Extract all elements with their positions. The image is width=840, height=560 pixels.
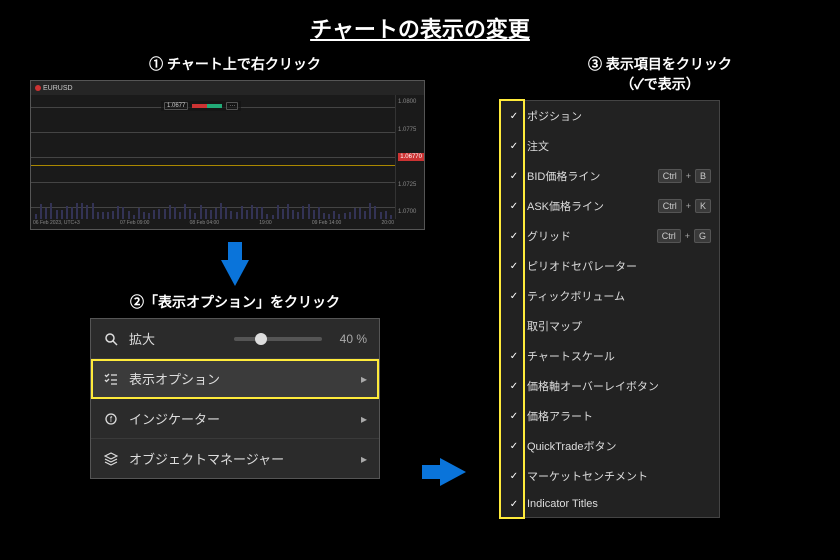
display-option-label: マーケットセンチメント	[527, 468, 711, 484]
display-option-label: QuickTradeボタン	[527, 438, 711, 454]
display-option-label: 価格アラート	[527, 408, 711, 424]
check-icon: ✓	[509, 471, 519, 482]
check-icon: ✓	[509, 499, 519, 510]
display-option-item[interactable]: ✓ Indicator Titles	[501, 491, 719, 517]
object-manager-label: オブジェクトマネージャー	[129, 449, 351, 468]
context-menu-zoom[interactable]: 拡大 40 %	[91, 319, 379, 359]
shortcut-keys: Ctrl+G	[657, 229, 711, 243]
display-option-item[interactable]: ✓ 注文	[501, 131, 719, 161]
check-icon: ✓	[509, 111, 519, 122]
submenu-arrow-icon: ▸	[361, 412, 367, 426]
indicators-label: インジケーター	[129, 409, 351, 428]
magnifier-icon	[103, 332, 119, 346]
display-option-item[interactable]: ✓ QuickTradeボタン	[501, 431, 719, 461]
shortcut-keys: Ctrl+B	[658, 169, 711, 183]
check-icon: ✓	[509, 441, 519, 452]
chart-x-axis: 06 Feb 2023, UTC+3 07 Feb 09:00 08 Feb 0…	[31, 219, 396, 229]
context-menu-object-manager[interactable]: オブジェクトマネージャー ▸	[91, 439, 379, 478]
display-option-label: ティックボリューム	[527, 288, 711, 304]
display-option-item[interactable]: ✓ ASK価格ライン Ctrl+K	[501, 191, 719, 221]
display-option-item[interactable]: ✓ マーケットセンチメント	[501, 461, 719, 491]
display-option-item[interactable]: ✓ ティックボリューム	[501, 281, 719, 311]
submenu-arrow-icon: ▸	[361, 452, 367, 466]
zoom-label: 拡大	[129, 329, 216, 348]
display-option-item[interactable]: ✓ チャートスケール	[501, 341, 719, 371]
display-option-item[interactable]: ✓ グリッド Ctrl+G	[501, 221, 719, 251]
svg-text:f: f	[110, 415, 113, 424]
submenu-arrow-icon: ▸	[361, 372, 367, 386]
context-menu-indicators[interactable]: f インジケーター ▸	[91, 399, 379, 439]
display-option-label: チャートスケール	[527, 348, 711, 364]
chart-window[interactable]: EURUSD 1.0677 ··· 1.0800 1.0775 1.07	[30, 80, 425, 230]
check-icon: ✓	[509, 141, 519, 152]
display-option-label: BID価格ライン	[527, 168, 650, 184]
display-options-submenu: ✓ポジション✓注文✓BID価格ラインCtrl+B✓ASK価格ラインCtrl+K✓…	[500, 100, 720, 518]
check-icon: ✓	[509, 381, 519, 392]
chart-plot-area[interactable]: 1.0677 ···	[31, 95, 396, 219]
context-menu: 拡大 40 % 表示オプション ▸ f インジケーター ▸	[90, 318, 380, 479]
display-option-label: 注文	[527, 138, 711, 154]
display-option-label: ピリオドセパレーター	[527, 258, 711, 274]
display-option-label: 価格軸オーバーレイボタン	[527, 378, 711, 394]
check-icon: ✓	[509, 291, 519, 302]
display-option-item[interactable]: 取引マップ	[501, 311, 719, 341]
step1-label: ① チャート上で右クリック	[30, 54, 440, 74]
chart-symbol: EURUSD	[43, 85, 73, 92]
check-icon: ✓	[509, 351, 519, 362]
zoom-value: 40 %	[340, 332, 367, 346]
check-icon: ✓	[509, 411, 519, 422]
check-icon: ✓	[509, 261, 519, 272]
check-icon: ✓	[509, 171, 519, 182]
chart-header: EURUSD	[31, 81, 424, 95]
display-option-item[interactable]: ✓ 価格軸オーバーレイボタン	[501, 371, 719, 401]
display-option-label: Indicator Titles	[527, 498, 711, 510]
check-icon: ✓	[509, 231, 519, 242]
zoom-slider[interactable]	[234, 337, 321, 341]
check-icon: ✓	[509, 201, 519, 212]
display-option-label: 取引マップ	[527, 318, 711, 334]
display-option-label: グリッド	[527, 228, 649, 244]
step2-label: ②「表示オプション」をクリック	[30, 292, 440, 312]
display-option-item[interactable]: ✓ 価格アラート	[501, 401, 719, 431]
chart-price-hud: 1.0677 ···	[161, 101, 241, 111]
context-menu-display-options[interactable]: 表示オプション ▸	[91, 359, 379, 399]
page-title: チャートの表示の変更	[0, 0, 840, 48]
indicator-icon: f	[103, 412, 119, 426]
layers-icon	[103, 452, 119, 466]
step3-label: ③ 表示項目をクリック （✓で表示）	[500, 54, 820, 94]
display-options-label: 表示オプション	[129, 369, 351, 388]
display-option-item[interactable]: ✓ BID価格ライン Ctrl+B	[501, 161, 719, 191]
shortcut-keys: Ctrl+K	[658, 199, 711, 213]
arrow-down-icon	[221, 260, 249, 286]
display-option-label: ポジション	[527, 108, 711, 124]
display-option-item[interactable]: ✓ ポジション	[501, 101, 719, 131]
chart-price-label: 1.06770	[398, 153, 424, 161]
checklist-icon	[103, 372, 119, 386]
display-option-label: ASK価格ライン	[527, 198, 650, 214]
display-option-item[interactable]: ✓ ピリオドセパレーター	[501, 251, 719, 281]
